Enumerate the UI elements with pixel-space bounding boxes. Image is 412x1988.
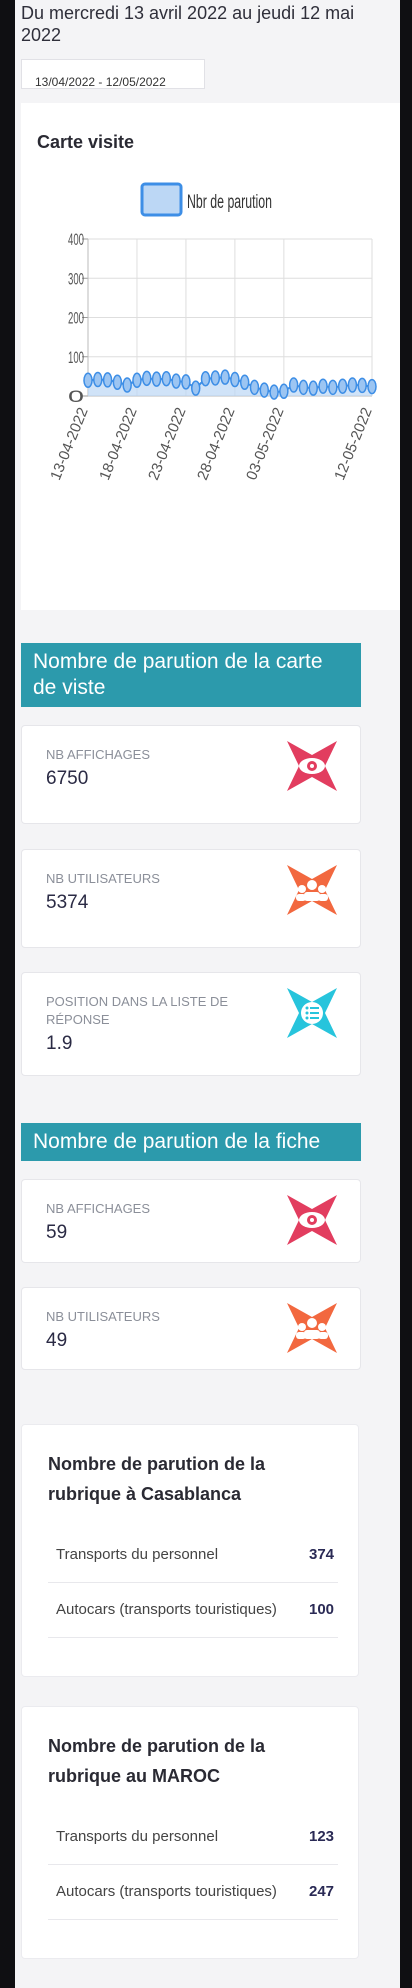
rubrique-value: 374 (309, 1546, 335, 1563)
stat-label: NB AFFICHAGES (46, 747, 151, 762)
data-point (151, 371, 162, 387)
y-tick-label: 0 (68, 387, 84, 406)
rubrique-casablanca-card: Nombre de parution de la rubrique à Casa… (21, 1424, 359, 1677)
page-content: Du mercredi 13 avril 2022 au jeudi 12 ma… (15, 0, 400, 1988)
data-point (220, 369, 230, 385)
chart-card: Carte visite Nbr de parution 400 300 200 100… (21, 103, 400, 610)
data-point (112, 374, 123, 391)
users-icon (287, 1303, 337, 1353)
data-point (308, 380, 318, 396)
stat-card-fiche-utilisateurs: NB UTILISATEURS 49 (21, 1287, 361, 1370)
data-point (279, 383, 289, 400)
y-tick-label: 400 (68, 230, 84, 249)
stat-label: NB UTILISATEURS (46, 871, 160, 886)
eye-icon (287, 1195, 337, 1245)
list-item: Transports du personnel 374 (48, 1527, 338, 1583)
data-point (102, 372, 113, 388)
data-point (93, 371, 103, 388)
data-point (181, 374, 191, 390)
data-point (83, 372, 93, 389)
x-tick-label: 18-04-2022 (96, 405, 141, 483)
data-point (171, 373, 181, 389)
stat-value: 6750 (46, 768, 89, 789)
x-tick-label: 03-05-2022 (243, 405, 288, 483)
right-edge (400, 0, 412, 1988)
x-tick-label: 23-04-2022 (145, 405, 190, 483)
date-range-picker[interactable]: 13/04/2022 - 12/05/2022 (21, 59, 205, 89)
list-item: Autocars (transports touristiques) 100 (48, 1582, 338, 1638)
y-tick-label: 200 (68, 309, 84, 328)
section-title-fiche: Nombre de parution de la fiche (21, 1123, 361, 1161)
data-point (367, 378, 377, 395)
legend-label: Nbr de parution (187, 192, 272, 213)
data-point (142, 370, 152, 387)
stat-label: NB AFFICHAGES (46, 1201, 151, 1216)
left-edge (0, 0, 15, 1988)
data-point (122, 377, 132, 393)
data-point (190, 380, 201, 396)
period-title: Du mercredi 13 avril 2022 au jeudi 12 ma… (21, 3, 355, 45)
rubrique-name: Autocars (transports touristiques) (56, 1883, 277, 1900)
rubrique-name: Transports du personnel (56, 1828, 219, 1845)
data-point (239, 374, 250, 391)
rubrique-maroc-card: Nombre de parution de la rubrique au MAR… (21, 1706, 359, 1959)
rubrique-value: 247 (309, 1883, 335, 1900)
data-point (357, 377, 367, 394)
stat-value: 49 (46, 1330, 68, 1351)
stat-value: 1.9 (46, 1033, 73, 1054)
rubrique-name: Autocars (transports touristiques) (56, 1601, 277, 1618)
data-point (200, 370, 211, 387)
data-point (328, 379, 338, 396)
stat-value: 5374 (46, 892, 89, 913)
list-item: Autocars (transports touristiques) 247 (48, 1864, 338, 1920)
stat-card-affichages: NB AFFICHAGES 6750 (21, 725, 361, 824)
data-point (230, 371, 240, 388)
section-title-carte: Nombre de parution de la carte de viste (21, 643, 361, 707)
data-point (259, 382, 270, 398)
stat-value: 59 (46, 1222, 68, 1243)
y-tick-label: 100 (68, 348, 84, 367)
stat-label: NB UTILISATEURS (46, 1309, 160, 1324)
stat-label: POSITION DANS LA LISTE DE RÉPONSE (46, 994, 229, 1027)
y-tick-label: 300 (68, 269, 84, 288)
data-point (288, 377, 299, 393)
data-point (249, 379, 260, 396)
parution-chart: Nbr de parution 400 300 200 100 013-04-2022 18… (47, 182, 377, 483)
x-tick-label: 13-04-2022 (47, 405, 92, 483)
data-point (269, 384, 279, 400)
data-point (337, 378, 348, 394)
data-point (132, 372, 142, 389)
rubrique-value: 100 (309, 1601, 335, 1618)
rubrique-name: Transports du personnel (56, 1546, 219, 1563)
users-icon (287, 865, 337, 915)
x-tick-label: 28-04-2022 (194, 405, 239, 483)
rubrique-value: 123 (309, 1828, 335, 1845)
data-point (161, 370, 172, 387)
data-point (298, 379, 309, 396)
stat-card-fiche-affichages: NB AFFICHAGES 59 (21, 1179, 361, 1263)
list-icon (287, 988, 337, 1038)
eye-icon (287, 741, 337, 791)
data-point (318, 378, 328, 394)
stat-card-position: POSITION DANS LA LISTE DE RÉPONSE 1.9 (21, 972, 361, 1076)
rubrique-maroc-title: Nombre de parution de la rubrique au MAR… (48, 1736, 266, 1786)
list-item: Transports du personnel 123 (48, 1809, 338, 1865)
legend-swatch (140, 182, 183, 217)
data-point (210, 370, 221, 386)
stat-card-utilisateurs: NB UTILISATEURS 5374 (21, 849, 361, 948)
x-tick-label: 12-05-2022 (331, 405, 376, 483)
rubrique-casablanca-title: Nombre de parution de la rubrique à Casa… (48, 1454, 266, 1504)
data-point (347, 377, 358, 393)
